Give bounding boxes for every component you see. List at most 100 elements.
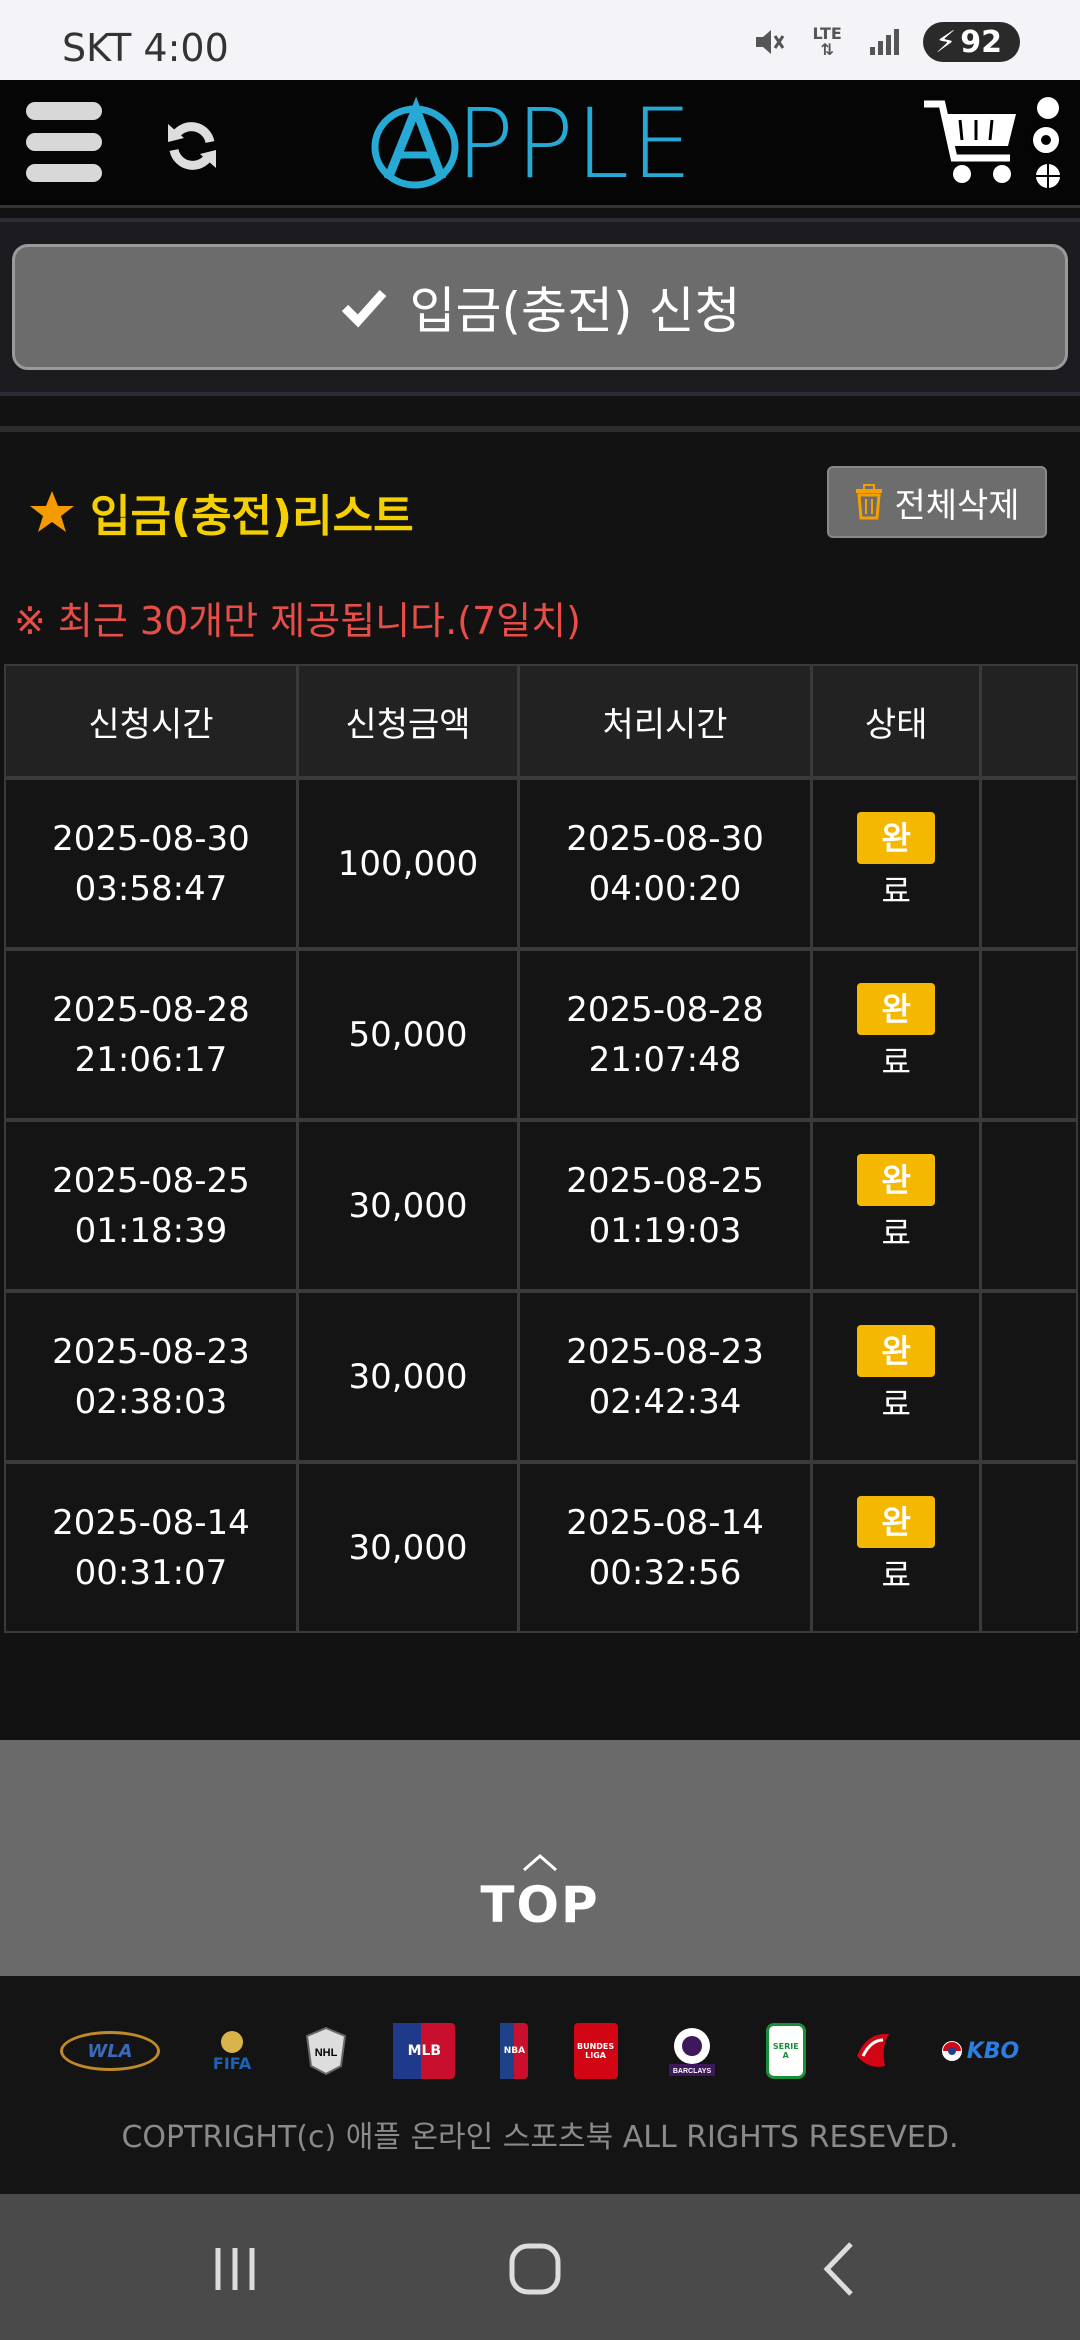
- process-time-cell: 2025-08-30 04:00:20: [520, 780, 813, 947]
- bundesliga-logo: BUNDES LIGA: [573, 2023, 618, 2079]
- scroll-top-area: TOP: [0, 1740, 1080, 1976]
- table-row: 2025-08-23 02:38:03 30,000 2025-08-23 02:4…: [6, 1293, 1076, 1464]
- extra-cell: [982, 1122, 1076, 1289]
- cart-icon[interactable]: [920, 94, 1070, 194]
- extra-cell: [982, 1293, 1076, 1460]
- status-badge: 완: [857, 1324, 936, 1377]
- request-date: 2025-08-28: [52, 989, 250, 1030]
- deposit-table: 신청시간 신청금액 처리시간 상태 2025-08-30 03:58:47 100…: [4, 664, 1078, 1633]
- carrier-label: SKT: [62, 26, 132, 70]
- amount-cell: 30,000: [298, 1122, 521, 1289]
- process-date: 2025-08-30: [566, 818, 764, 859]
- column-header-extra: [982, 666, 1076, 776]
- nhl-logo: NHL: [304, 2023, 348, 2079]
- request-time: 21:06:17: [74, 1039, 228, 1080]
- request-date: 2025-08-25: [52, 1160, 250, 1201]
- status-badge: 완: [857, 1153, 936, 1206]
- status-cell: 완료: [812, 1464, 983, 1631]
- copyright-text: COPTRIGHT(c) 애플 온라인 스포츠북 ALL RIGHTS RESE…: [121, 2120, 959, 2155]
- fifa-logo: FIFA: [205, 2023, 259, 2079]
- table-row: 2025-08-30 03:58:47 100,000 2025-08-30 04:…: [6, 780, 1076, 951]
- system-nav-bar: [0, 2194, 1080, 2340]
- status-badge-tail: 료: [881, 1555, 911, 1594]
- scroll-top-button[interactable]: TOP: [480, 1852, 600, 1952]
- battery-indicator: ⚡ 92: [923, 22, 1020, 62]
- app-header: PPLE: [0, 80, 1080, 208]
- status-badge: 완: [857, 811, 936, 864]
- status-badge-tail: 료: [881, 1213, 911, 1252]
- kbo-logo-text: KBO: [966, 2038, 1020, 2064]
- request-time-cell: 2025-08-23 02:38:03: [6, 1293, 299, 1460]
- delete-all-button[interactable]: 전체삭제: [827, 466, 1047, 538]
- request-date: 2025-08-23: [52, 1331, 250, 1372]
- nba-logo: NBA: [500, 2023, 529, 2079]
- partner-logos: WLA FIFA NHL MLB NBA BUNDES LIGA BARCLAY…: [60, 2016, 1020, 2086]
- status-cell: 완료: [812, 1122, 983, 1289]
- apply-section: 입금(충전) 신청: [0, 218, 1080, 396]
- nhl-logo-text: NHL: [315, 2047, 338, 2059]
- process-date: 2025-08-25: [566, 1160, 764, 1201]
- status-badge-tail: 료: [881, 1384, 911, 1423]
- status-icons: LTE ⇅ ⚡ 92: [749, 22, 1020, 62]
- process-date: 2025-08-14: [566, 1502, 764, 1543]
- delete-all-label: 전체삭제: [894, 485, 1020, 526]
- request-time-cell: 2025-08-28 21:06:17: [6, 951, 299, 1118]
- signal-icon: [865, 22, 905, 62]
- deposit-apply-label: 입금(충전) 신청: [409, 282, 741, 340]
- process-time-cell: 2025-08-25 01:19:03: [520, 1122, 813, 1289]
- amount-cell: 100,000: [298, 780, 521, 947]
- kbl-logo: [851, 2023, 895, 2079]
- request-date: 2025-08-14: [52, 1502, 250, 1543]
- serie-a-logo: SERIE A: [765, 2023, 806, 2079]
- process-date: 2025-08-23: [566, 1331, 764, 1372]
- amount-cell: 30,000: [298, 1464, 521, 1631]
- logo-text: PPLE: [456, 88, 694, 200]
- process-time-cell: 2025-08-14 00:32:56: [520, 1464, 813, 1631]
- table-header: 신청시간 신청금액 처리시간 상태: [6, 666, 1076, 780]
- kbo-logo: KBO: [940, 2023, 1020, 2079]
- table-row: 2025-08-28 21:06:17 50,000 2025-08-28 21:0…: [6, 951, 1076, 1122]
- extra-cell: [982, 1464, 1076, 1631]
- mlb-logo: MLB: [393, 2023, 456, 2079]
- chevron-up-icon: [523, 1854, 557, 1872]
- request-time: 02:38:03: [74, 1381, 228, 1422]
- process-time: 04:00:20: [588, 868, 742, 909]
- nba-logo-text: NBA: [503, 2046, 526, 2056]
- battery-level: 92: [960, 24, 1002, 60]
- clock: 4:00: [143, 26, 229, 70]
- check-icon: [341, 290, 386, 328]
- recent-apps-icon[interactable]: [200, 2234, 270, 2304]
- mlb-logo-text: MLB: [407, 2043, 442, 2059]
- list-title: 입금(충전)리스트: [28, 480, 414, 544]
- extra-cell: [982, 780, 1076, 947]
- status-carrier-time: SKT 4:00: [62, 26, 229, 70]
- scroll-top-label: TOP: [480, 1876, 600, 1934]
- mute-icon: [749, 22, 789, 62]
- status-cell: 완료: [812, 1293, 983, 1460]
- fifa-logo-text: FIFA: [212, 2053, 252, 2073]
- star-icon: [30, 491, 74, 532]
- hamburger-menu-icon[interactable]: [26, 102, 104, 184]
- apple-logo[interactable]: PPLE: [368, 88, 694, 200]
- barclays-logo: BARCLAYS: [663, 2023, 721, 2079]
- request-time: 01:18:39: [74, 1210, 228, 1251]
- divider: [0, 426, 1080, 432]
- back-icon[interactable]: [805, 2234, 875, 2304]
- status-cell: 완료: [812, 780, 983, 947]
- process-date: 2025-08-28: [566, 989, 764, 1030]
- process-time: 01:19:03: [588, 1210, 742, 1251]
- deposit-apply-button[interactable]: 입금(충전) 신청: [12, 244, 1068, 370]
- status-cell: 완료: [812, 951, 983, 1118]
- column-header-status: 상태: [812, 666, 983, 776]
- list-title-text: 입금(충전)리스트: [90, 491, 414, 542]
- wla-logo: WLA: [60, 2031, 160, 2071]
- charging-icon: ⚡: [935, 24, 957, 60]
- column-header-amount: 신청금액: [298, 666, 521, 776]
- footer: WLA FIFA NHL MLB NBA BUNDES LIGA BARCLAY…: [0, 1976, 1080, 2194]
- table-row: 2025-08-14 00:31:07 30,000 2025-08-14 00:3…: [6, 1464, 1076, 1631]
- refresh-icon[interactable]: [162, 116, 222, 176]
- column-header-process-time: 처리시간: [520, 666, 813, 776]
- home-icon[interactable]: [500, 2234, 570, 2304]
- process-time-cell: 2025-08-28 21:07:48: [520, 951, 813, 1118]
- request-time: 03:58:47: [74, 868, 228, 909]
